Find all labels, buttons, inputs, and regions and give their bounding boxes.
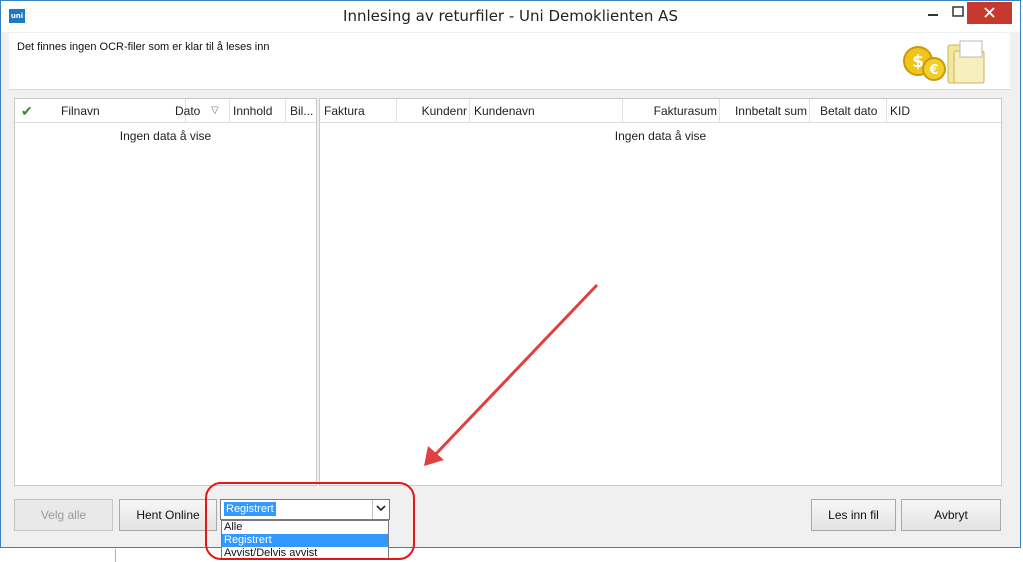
divider	[115, 549, 116, 562]
annotation-highlight-ring	[205, 482, 415, 560]
annotation-arrow	[424, 283, 599, 466]
